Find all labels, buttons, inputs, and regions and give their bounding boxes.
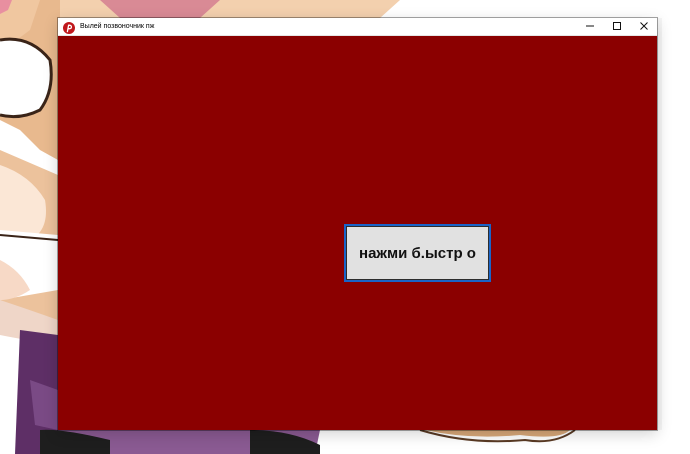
close-icon bbox=[639, 18, 649, 36]
maximize-icon bbox=[612, 18, 622, 36]
window-titlebar[interactable]: Вылей позвоночник пж bbox=[58, 18, 657, 36]
window-title: Вылей позвоночник пж bbox=[80, 23, 155, 30]
app-window: Вылей позвоночник пж нажми б.ыстр о bbox=[58, 18, 657, 430]
app-icon bbox=[63, 21, 75, 34]
close-button[interactable] bbox=[630, 18, 657, 36]
press-fast-button[interactable]: нажми б.ыстр о bbox=[344, 224, 491, 282]
maximize-button[interactable] bbox=[603, 18, 630, 36]
window-client-area: нажми б.ыстр о bbox=[58, 36, 657, 430]
minimize-icon bbox=[585, 18, 595, 36]
minimize-button[interactable] bbox=[576, 18, 603, 36]
window-controls bbox=[576, 18, 657, 36]
